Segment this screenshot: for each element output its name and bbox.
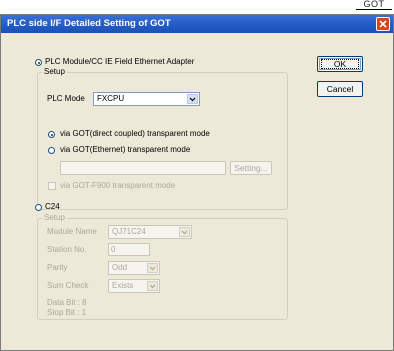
plc-module-radio-label[interactable]: PLC Module/CC IE Field Ethernet Adapter: [45, 57, 194, 67]
chevron-down-icon[interactable]: [147, 281, 158, 291]
ok-label: OK: [333, 59, 347, 69]
got-tag: GOT: [356, 0, 392, 10]
module-name-value: QJ71C24: [112, 227, 146, 236]
f900-label[interactable]: via GOT-F900 transparent mode: [60, 181, 175, 191]
ethernet-label[interactable]: via GOT(Ethernet) transparent mode: [60, 145, 190, 155]
setting-button[interactable]: Setting...: [230, 161, 272, 175]
station-no-value: 0: [111, 245, 116, 254]
close-button[interactable]: [376, 17, 390, 31]
c24-label[interactable]: C24: [45, 202, 60, 212]
module-name-select[interactable]: QJ71C24: [108, 225, 192, 239]
plc-module-radio[interactable]: [35, 59, 42, 66]
plc-mode-value: FXCPU: [97, 94, 125, 103]
ok-button[interactable]: OK: [317, 56, 363, 72]
parity-label: Parity: [47, 263, 68, 272]
sum-check-value: Exists: [112, 281, 134, 290]
data-bit-text: Data Bit : 8: [47, 298, 87, 307]
plc-mode-select[interactable]: FXCPU: [93, 92, 200, 106]
chevron-down-icon[interactable]: [147, 263, 158, 273]
ethernet-radio[interactable]: [48, 147, 55, 154]
title-bar: PLC side I/F Detailed Setting of GOT: [1, 15, 393, 33]
close-icon: [379, 20, 387, 28]
station-no-label: Station No.: [47, 245, 87, 254]
window-title: PLC side I/F Detailed Setting of GOT: [7, 18, 171, 29]
cancel-label: Cancel: [326, 84, 354, 94]
setting-label: Setting...: [234, 163, 268, 173]
parity-select[interactable]: Odd: [108, 261, 160, 275]
chevron-down-icon[interactable]: [187, 94, 198, 104]
parity-value: Odd: [112, 263, 128, 272]
sum-check-label: Sum Check: [47, 281, 89, 290]
ethernet-address-field[interactable]: [60, 161, 226, 175]
direct-coupled-radio[interactable]: [48, 131, 55, 138]
c24-setup-legend: Setup: [42, 213, 67, 223]
direct-coupled-label[interactable]: via GOT(direct coupled) transparent mode: [60, 129, 210, 139]
sum-check-select[interactable]: Exists: [108, 279, 160, 293]
chevron-down-icon[interactable]: [179, 227, 190, 237]
stop-bit-text: Stop Bit : 1: [47, 308, 87, 317]
module-name-label: Module Name: [47, 227, 97, 236]
plc-mode-label: PLC Mode: [47, 94, 85, 103]
cancel-button[interactable]: Cancel: [317, 81, 363, 97]
dialog-window: PLC side I/F Detailed Setting of GOT OK …: [0, 14, 394, 351]
c24-radio[interactable]: [35, 204, 42, 211]
plc-setup-legend: Setup: [42, 67, 67, 77]
f900-checkbox[interactable]: [48, 182, 56, 190]
station-no-field[interactable]: 0: [108, 243, 150, 256]
